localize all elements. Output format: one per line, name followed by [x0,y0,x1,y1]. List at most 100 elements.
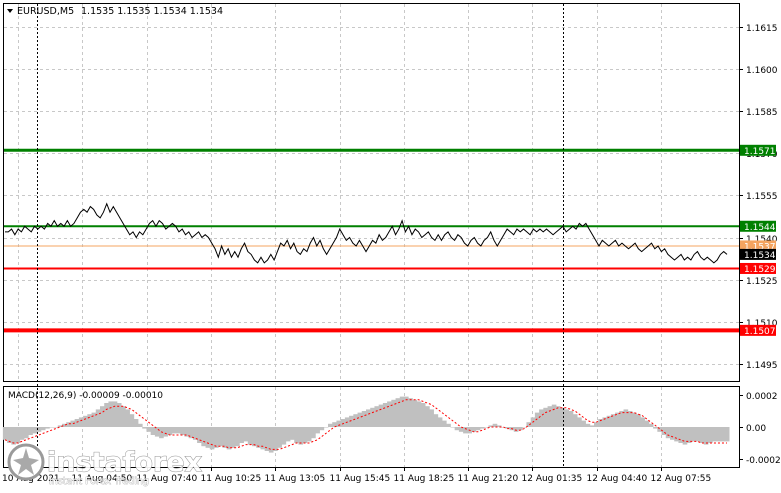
level-price-tag-label: 1.1534 [744,251,776,261]
macd-axis[interactable]: 0.0002 0.00 -0.0002 [739,392,781,466]
macd-histogram-bar [408,398,413,427]
chart-window: 1.16151.16001.15851.15701.15551.15401.15… [0,0,781,489]
macd-histogram-bar [222,427,228,448]
time-tick-label: 11 Aug 13:05 [265,474,326,484]
macd-histogram-bar [159,427,164,439]
macd-histogram-bar [674,427,679,442]
price-tick-label: 1.1495 [746,361,778,371]
macd-histogram-bar [163,427,168,437]
macd-histogram-bar [15,427,21,443]
macd-histogram-bar [648,423,654,427]
macd-histogram-bar [699,427,705,443]
chart-canvas[interactable]: 1.16151.16001.15851.15701.15551.15401.15… [0,0,781,489]
macd-tick-label: 0.0002 [746,392,778,402]
macd-histogram-bar [78,417,84,427]
macd-histogram-bar [180,427,185,435]
price-tick-label: 1.1555 [746,192,778,202]
macd-histogram-bar [104,403,109,427]
macd-histogram-bar [294,427,299,443]
macd-histogram-bar [446,423,451,427]
macd-histogram-bar [682,427,688,445]
macd-histogram-bar [429,409,434,427]
macd-histogram-bar [95,409,101,427]
macd-histogram-bar [112,401,118,427]
macd-histogram-bar [7,427,12,443]
macd-histogram-bar [665,427,671,439]
macd-histogram-bar [585,423,591,427]
macd-histogram-bar [627,411,633,427]
level-price-tag-label: 1.1507 [744,327,776,337]
macd-histogram-bar [176,427,181,434]
macd-histogram-bar [551,404,557,427]
macd-histogram-bar [108,401,114,427]
macd-histogram-bar [336,420,342,427]
macd-histogram-bar [243,427,249,442]
macd-histogram-bar [712,427,717,442]
ohlc-values: 1.1535 1.1535 1.1534 1.1534 [81,6,223,17]
macd-histogram-bar [171,427,177,434]
macd-histogram-bar [235,427,240,447]
price-axis[interactable]: 1.16151.16001.15851.15701.15551.15401.15… [739,24,778,371]
price-tick-label: 1.1525 [746,277,778,287]
macd-histogram-bar [49,427,54,428]
macd-histogram-bar [298,427,304,445]
macd-histogram-bar [154,427,160,437]
macd-histogram-bar [361,411,367,427]
macd-histogram-bar [277,427,282,448]
macd-histogram-bar [125,409,130,427]
logo-brand-text: instaforex [47,447,202,478]
macd-histogram-bar [644,420,650,427]
macd-histogram-bar [230,427,236,448]
macd-histogram-bar [594,422,599,427]
macd-histogram-bar [404,396,409,427]
time-tick-label: 11 Aug 21:20 [458,474,519,484]
macd-histogram-bar [370,407,375,427]
macd-histogram-bar [285,427,291,442]
level-price-tag-label: 1.1571 [744,147,776,157]
macd-histogram-bar [416,401,422,427]
macd-histogram-bar [247,427,253,445]
macd-histogram-bar [703,427,709,445]
macd-histogram-bar [138,423,143,427]
macd-histogram-bar [475,427,481,431]
macd-histogram-bar [653,427,658,429]
macd-histogram-bar [543,407,548,427]
time-tick-label: 11 Aug 10:25 [201,474,262,484]
macd-histogram-bar [412,399,418,427]
price-panel-frame [3,3,740,382]
macd-histogram-bar [670,427,675,440]
macd-histogram-bar [256,427,261,448]
macd-histogram-bar [121,406,126,427]
time-tick-label: 11 Aug 15:45 [330,474,391,484]
macd-histogram-bar [323,427,329,428]
macd-histogram-bar [167,427,173,435]
macd-histogram-bar [133,419,139,427]
macd-tick-label: -0.0002 [746,456,781,466]
macd-histogram-bar [568,411,574,427]
macd-histogram-bar [547,406,553,427]
macd-histogram-bar [442,420,447,427]
time-tick-label: 12 Aug 07:55 [651,474,712,484]
macd-histogram-bar [564,409,570,427]
macd-histogram-bar [623,409,629,427]
macd-histogram-bar [374,406,380,427]
macd-histogram-bar [589,425,595,427]
macd-histogram-bar [201,427,206,447]
macd-histogram-bar [19,427,25,440]
macd-histogram-bar [129,414,135,427]
macd-histogram-bar [581,420,586,427]
macd-histogram-bar [150,427,156,435]
macd-histogram-bar [463,427,468,434]
macd-histogram-bar [632,412,637,427]
macd-histogram-bar [302,427,308,443]
macd-histogram-bar [378,404,384,427]
macd-histogram-bar [205,427,211,448]
macd-histogram-bar [281,427,287,445]
price-tick-label: 1.1600 [746,66,778,76]
macd-histogram-bar [11,427,16,445]
macd-histogram-bar [560,407,565,427]
macd-histogram-bar [366,409,371,427]
macd-histogram-bar [45,427,50,429]
macd-histogram-bar [691,427,696,442]
macd-histogram-bar [678,427,684,443]
